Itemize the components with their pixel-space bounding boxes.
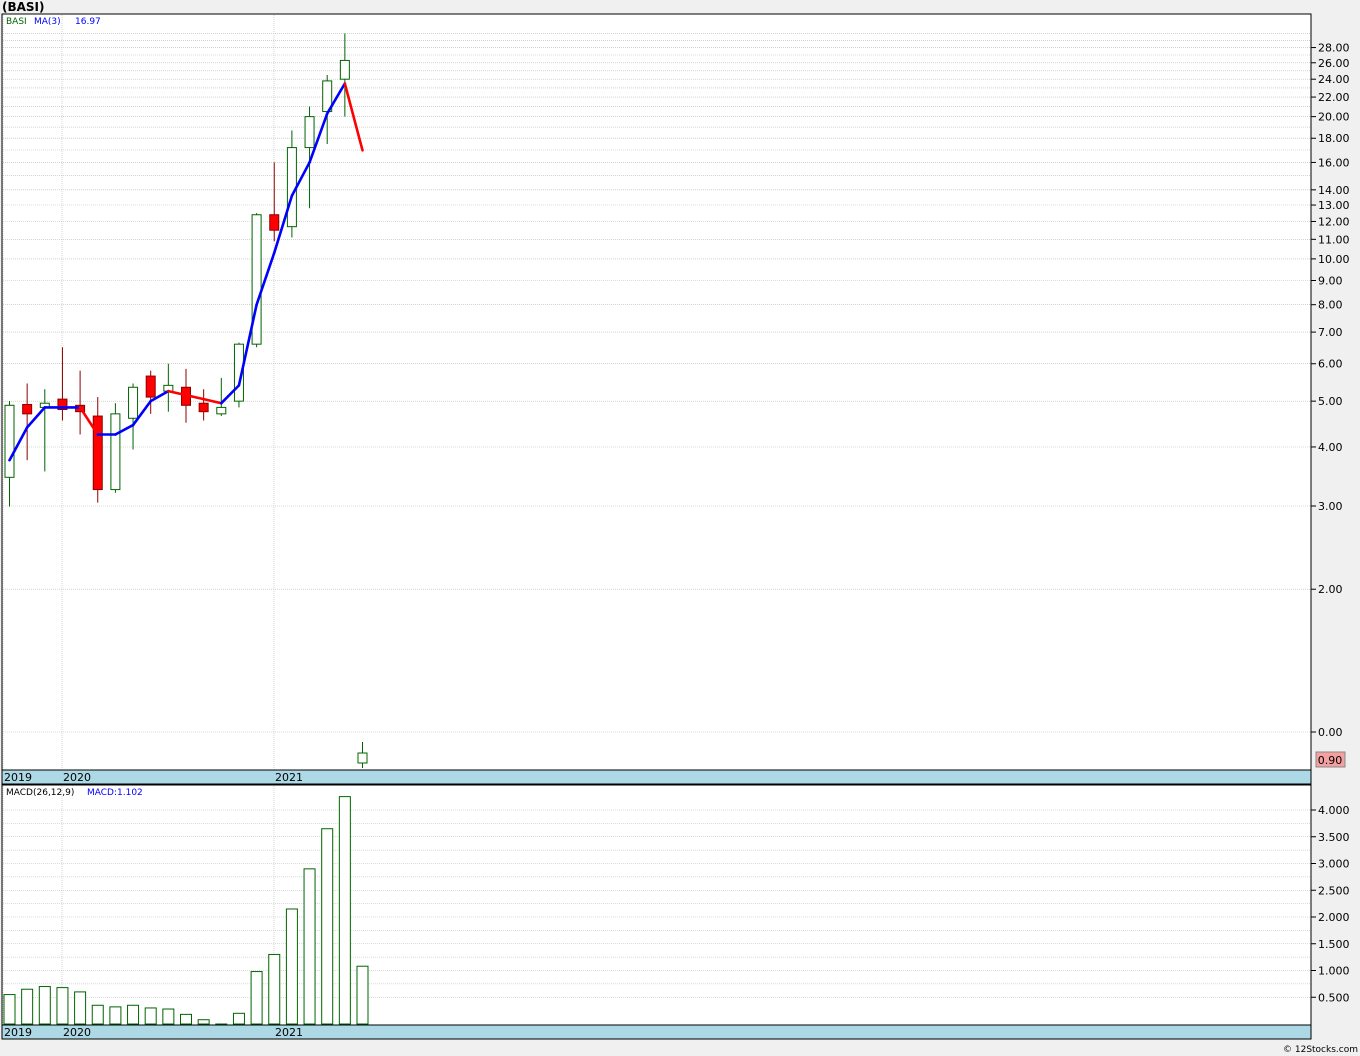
macd-bar bbox=[162, 1008, 175, 1025]
macd-y-tick-label: 3.000 bbox=[1318, 858, 1350, 871]
macd-bar bbox=[285, 908, 298, 1025]
macd-y-tick-label: 2.000 bbox=[1318, 911, 1350, 924]
macd-bar bbox=[356, 965, 369, 1025]
price-y-tick-label: 22.00 bbox=[1318, 91, 1350, 104]
macd-date-band bbox=[1, 1024, 1312, 1040]
price-y-tick-label: 2.00 bbox=[1318, 583, 1343, 596]
macd-bar bbox=[303, 868, 316, 1025]
legend-ma: MA(3) bbox=[34, 17, 61, 27]
macd-bar bbox=[3, 994, 16, 1025]
candlestick bbox=[110, 403, 121, 493]
price-y-tick-label: 18.00 bbox=[1318, 132, 1350, 145]
candle-body bbox=[357, 752, 368, 764]
macd-bar bbox=[180, 1013, 192, 1025]
price-y-axis: 28.00 26.00 24.00 22.00 20.00 18.00 16.00 14.00… bbox=[1311, 42, 1350, 739]
candle-body bbox=[145, 375, 156, 398]
macd-y-axis: 4.000 3.500 3.000 2.500 2.000 1.500 1.000 0.500 bbox=[1311, 804, 1350, 1004]
price-y-tick-label: 26.00 bbox=[1318, 57, 1350, 70]
macd-bar bbox=[268, 953, 281, 1025]
macd-legend-title: MACD(26,12,9) bbox=[6, 788, 74, 798]
copyright: © 12Stocks.com bbox=[1283, 1045, 1358, 1055]
price-y-tick-label: 4.00 bbox=[1318, 441, 1343, 454]
chart-canvas: 28.00 26.00 24.00 22.00 20.00 18.00 16.00 14.00… bbox=[1, 0, 1358, 1055]
last-price-box: 0.90 bbox=[1315, 751, 1346, 768]
candle-body bbox=[92, 415, 103, 491]
macd-x-label: 2019 bbox=[4, 1026, 32, 1039]
macd-bar bbox=[91, 1004, 104, 1025]
price-y-tick-label: 11.00 bbox=[1318, 233, 1350, 246]
candle-body bbox=[22, 403, 33, 415]
candle-body bbox=[269, 214, 280, 231]
macd-bar bbox=[215, 1023, 228, 1025]
price-y-tick-label: 28.00 bbox=[1318, 42, 1350, 55]
macd-bar bbox=[250, 971, 263, 1025]
candle-body bbox=[4, 404, 15, 478]
price-y-tick-label: 13.00 bbox=[1318, 199, 1350, 212]
macd-bar bbox=[21, 988, 34, 1025]
price-y-tick-label: 9.00 bbox=[1318, 275, 1343, 288]
macd-bar bbox=[38, 986, 51, 1025]
price-x-label: 2020 bbox=[63, 771, 91, 784]
price-y-tick-label: 10.00 bbox=[1318, 253, 1350, 266]
price-y-tick-label: 14.00 bbox=[1318, 184, 1350, 197]
macd-bar bbox=[144, 1007, 157, 1025]
price-y-tick-label: 7.00 bbox=[1318, 326, 1343, 339]
legend-symbol: BASI bbox=[6, 17, 27, 27]
price-y-tick-label: 24.00 bbox=[1318, 73, 1350, 86]
macd-bar bbox=[197, 1019, 210, 1025]
macd-panel bbox=[1, 784, 1312, 1027]
macd-y-tick-label: 0.500 bbox=[1318, 991, 1350, 1004]
price-y-tick-label: 8.00 bbox=[1318, 299, 1343, 312]
candle-body bbox=[216, 406, 227, 415]
macd-bar bbox=[232, 1012, 245, 1025]
last-price-label: 0.90 bbox=[1318, 754, 1343, 767]
candle-body bbox=[110, 413, 121, 491]
macd-bar bbox=[56, 987, 69, 1025]
price-y-tick-label: 16.00 bbox=[1318, 156, 1350, 169]
macd-bar bbox=[338, 796, 351, 1025]
macd-bar bbox=[321, 828, 334, 1025]
price-y-tick-label: 12.00 bbox=[1318, 215, 1350, 228]
price-y-tick-label: 20.00 bbox=[1318, 111, 1350, 124]
macd-x-label: 2020 bbox=[63, 1026, 91, 1039]
candlestick bbox=[251, 213, 262, 348]
macd-legend-value: MACD:1.102 bbox=[87, 788, 143, 798]
price-y-tick-label: 0.00 bbox=[1318, 726, 1343, 739]
candle-body bbox=[198, 402, 209, 413]
macd-y-tick-label: 4.000 bbox=[1318, 804, 1350, 817]
macd-y-tick-label: 3.500 bbox=[1318, 831, 1350, 844]
price-y-tick-label: 3.00 bbox=[1318, 500, 1343, 513]
candle-body bbox=[339, 59, 350, 80]
legend-ma-value: 16.97 bbox=[75, 17, 101, 27]
price-x-label: 2019 bbox=[4, 771, 32, 784]
macd-bar bbox=[109, 1006, 122, 1025]
candle-body bbox=[304, 116, 315, 149]
price-panel bbox=[1, 13, 1312, 772]
macd-y-tick-label: 1.500 bbox=[1318, 938, 1350, 951]
macd-bar bbox=[127, 1004, 140, 1025]
macd-x-label: 2021 bbox=[275, 1026, 303, 1039]
macd-bar bbox=[74, 991, 87, 1025]
price-y-tick-label: 6.00 bbox=[1318, 358, 1343, 371]
price-date-band bbox=[1, 769, 1312, 785]
macd-y-tick-label: 1.000 bbox=[1318, 965, 1350, 978]
candle-body bbox=[128, 386, 139, 419]
macd-y-tick-label: 2.500 bbox=[1318, 884, 1350, 897]
chart-title: (BASI) bbox=[2, 0, 45, 14]
price-y-tick-label: 5.00 bbox=[1318, 395, 1343, 408]
price-x-label: 2021 bbox=[275, 771, 303, 784]
